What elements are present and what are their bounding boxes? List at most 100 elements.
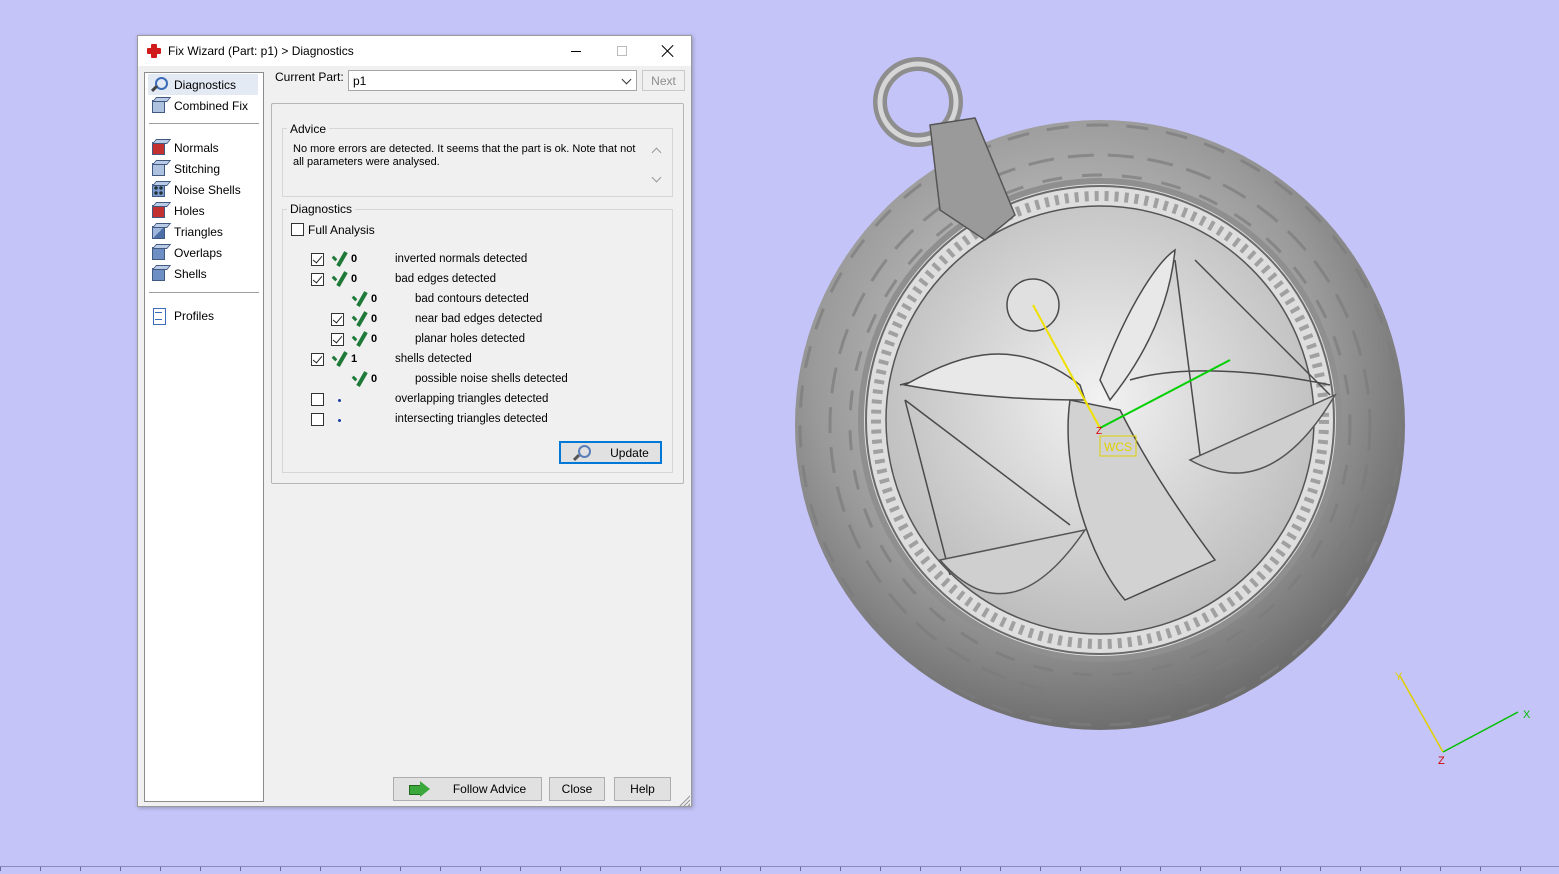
row-checkbox[interactable] [331, 333, 344, 346]
advice-title: Advice [287, 122, 330, 136]
title-bar[interactable]: Fix Wizard (Part: p1) > Diagnostics [138, 36, 691, 66]
sidebar-item-label: Noise Shells [174, 182, 241, 197]
row-count: 1 [351, 353, 358, 365]
sidebar-item-noise-shells[interactable]: Noise Shells [148, 179, 258, 200]
advice-text: No more errors are detected. It seems th… [289, 140, 663, 190]
resize-grip-icon[interactable] [678, 794, 690, 806]
chevron-down-icon [621, 74, 632, 85]
row-checkbox[interactable] [311, 253, 324, 266]
check-icon [350, 330, 368, 348]
sidebar-item-profiles[interactable]: Profiles [148, 305, 258, 326]
row-count: 0 [351, 273, 358, 285]
pending-dot-icon [338, 399, 341, 402]
sidebar-divider [149, 292, 259, 293]
row-label: overlapping triangles detected [395, 393, 549, 405]
check-icon [330, 250, 348, 268]
cube-icon [150, 160, 168, 178]
sidebar-item-diagnostics[interactable]: Diagnostics [148, 74, 258, 95]
close-button[interactable]: Close [549, 777, 605, 801]
row-label: bad edges detected [395, 273, 497, 285]
check-icon [350, 370, 368, 388]
cube-icon [150, 202, 168, 220]
update-button[interactable]: Update [559, 441, 662, 464]
axis-x-label: X [1523, 709, 1531, 721]
full-analysis-label: Full Analysis [308, 223, 375, 237]
current-part-label: Current Part: [275, 70, 344, 84]
app-cross-icon [146, 43, 162, 59]
sidebar-item-combined-fix[interactable]: Combined Fix [148, 95, 258, 116]
sidebar-item-label: Shells [174, 266, 207, 281]
check-icon [330, 270, 348, 288]
follow-advice-label: Follow Advice [452, 782, 527, 796]
row-label: shells detected [395, 353, 472, 365]
cube-icon [150, 97, 168, 115]
sidebar-item-holes[interactable]: Holes [148, 200, 258, 221]
full-analysis-checkbox[interactable] [291, 223, 304, 236]
sidebar-item-stitching[interactable]: Stitching [148, 158, 258, 179]
row-label: planar holes detected [415, 333, 525, 345]
sidebar-item-label: Overlaps [174, 245, 223, 260]
row-checkbox[interactable] [311, 353, 324, 366]
minimize-icon [571, 50, 581, 52]
row-label: intersecting triangles detected [395, 413, 548, 425]
sidebar-item-triangles[interactable]: Triangles [148, 221, 258, 242]
sidebar-item-overlaps[interactable]: Overlaps [148, 242, 258, 263]
row-label: near bad edges detected [415, 313, 543, 325]
update-label: Update [610, 445, 649, 460]
pending-dot-icon [338, 419, 341, 422]
row-count: 0 [371, 373, 378, 385]
minimize-button[interactable] [553, 36, 599, 66]
close-icon [662, 45, 674, 57]
row-label: bad contours detected [415, 293, 529, 305]
magnifier-icon [572, 444, 592, 462]
wcs-label: WCS [1104, 440, 1132, 454]
row-count: 0 [371, 293, 378, 305]
row-count: 0 [371, 313, 378, 325]
row-checkbox[interactable] [311, 273, 324, 286]
cube-icon [150, 223, 168, 241]
row-checkbox[interactable] [311, 393, 324, 406]
arrow-right-icon [408, 781, 431, 797]
wizard-sidebar: Diagnostics Combined Fix Normals Stitchi… [144, 72, 264, 802]
axis-y-label: Y [1395, 671, 1403, 683]
help-button[interactable]: Help [614, 777, 671, 801]
cube-icon [150, 265, 168, 283]
cube-icon [150, 139, 168, 157]
sidebar-divider [149, 123, 259, 124]
check-icon [330, 350, 348, 368]
cube-icon [150, 244, 168, 262]
svg-text:Z: Z [1096, 426, 1102, 437]
sidebar-item-shells[interactable]: Shells [148, 263, 258, 284]
row-checkbox[interactable] [331, 313, 344, 326]
sidebar-item-label: Profiles [174, 308, 215, 323]
diagnostics-title: Diagnostics [287, 202, 356, 216]
check-icon [350, 290, 368, 308]
follow-advice-button[interactable]: Follow Advice [393, 777, 542, 801]
row-count: 0 [351, 253, 358, 265]
sidebar-item-label: Diagnostics [174, 77, 237, 92]
cube-icon [150, 181, 168, 199]
row-count: 0 [371, 333, 378, 345]
check-icon [350, 310, 368, 328]
magnifier-icon [150, 76, 168, 94]
sidebar-item-label: Normals [174, 140, 219, 155]
sidebar-item-normals[interactable]: Normals [148, 137, 258, 158]
close-window-button[interactable] [645, 36, 691, 66]
window-title: Fix Wizard (Part: p1) > Diagnostics [168, 44, 354, 58]
row-label: possible noise shells detected [415, 373, 568, 385]
maximize-icon [617, 46, 627, 56]
document-icon [150, 307, 168, 325]
row-checkbox[interactable] [311, 413, 324, 426]
axis-z-label: Z [1438, 755, 1445, 767]
row-label: inverted normals detected [395, 253, 528, 265]
fix-wizard-dialog: Fix Wizard (Part: p1) > Diagnostics Diag… [137, 35, 692, 807]
bottom-ruler [0, 866, 1559, 871]
sidebar-item-label: Triangles [174, 224, 223, 239]
current-part-value: p1 [353, 74, 367, 88]
sidebar-item-label: Stitching [174, 161, 221, 176]
sidebar-item-label: Holes [174, 203, 205, 218]
maximize-button[interactable] [599, 36, 645, 66]
next-button[interactable]: Next [642, 70, 685, 91]
sidebar-item-label: Combined Fix [174, 98, 249, 113]
current-part-select[interactable]: p1 [348, 70, 637, 91]
